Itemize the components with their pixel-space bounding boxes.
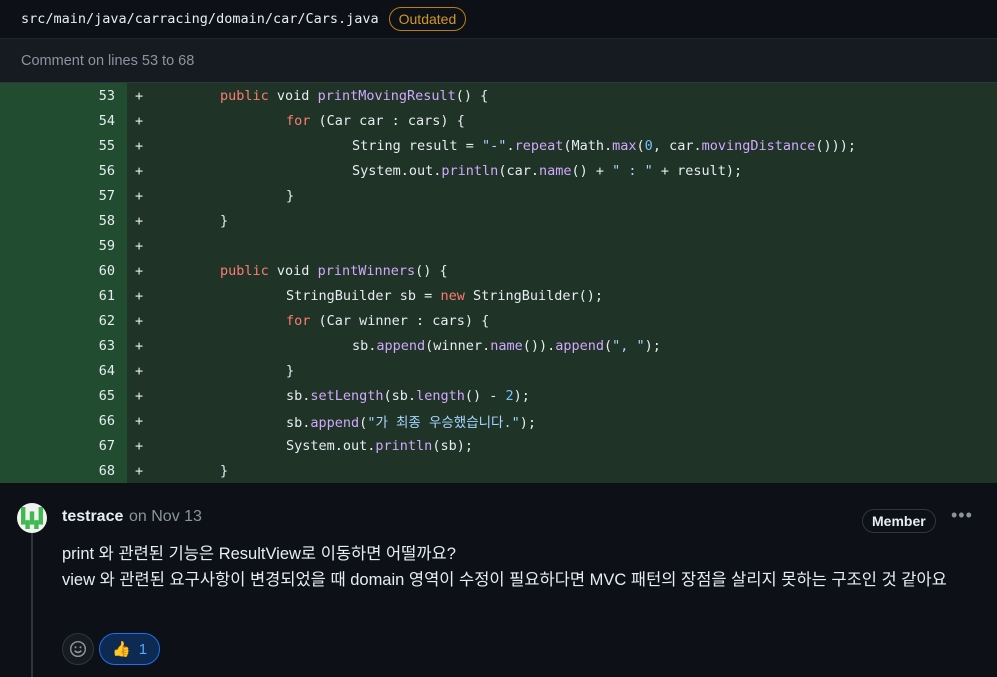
code-text: for (Car car : cars) { [286,112,465,129]
code-text: } [286,187,295,204]
member-badge: Member [862,509,936,533]
code-text: } [286,362,295,379]
addition-marker: + [135,462,144,479]
addition-marker: + [135,287,144,304]
outdated-badge: Outdated [388,7,467,31]
line-number: 55 [98,137,115,154]
line-number: 61 [98,287,115,304]
avatar[interactable] [17,503,47,533]
addition-marker: + [135,437,144,454]
line-number: 67 [98,437,115,454]
code-text: for (Car winner : cars) { [286,312,490,329]
add-reaction-button[interactable] [62,633,94,665]
line-number: 59 [98,237,115,254]
code-text: sb.append("가 최종 우승했습니다."); [286,414,536,431]
comment-body-line: print 와 관련된 기능은 ResultView로 이동하면 어떨까요? [62,545,456,563]
addition-marker: + [135,162,144,179]
diff-line: 58 + } [0,208,997,233]
diff-line: 67 + System.out.println(sb); [0,433,997,458]
diff-line: 65 + sb.setLength(sb.length() - 2); [0,383,997,408]
addition-marker: + [135,262,144,279]
addition-marker: + [135,387,144,404]
kebab-menu-icon[interactable]: ••• [951,505,973,526]
code-text: public void printWinners() { [220,262,448,279]
reaction-count: 1 [138,640,148,658]
diff-line: 63 + sb.append(winner.name()).append(", … [0,333,997,358]
diff-line: 61 + StringBuilder sb = new StringBuilde… [0,283,997,308]
line-number: 58 [98,212,115,229]
diff-line: 60 + public void printWinners() { [0,258,997,283]
comment-on-lines: Comment on lines 53 to 68 [0,38,997,83]
diff-line: 53 + public void printMovingResult() { [0,83,997,108]
line-number: 65 [98,387,115,404]
line-number: 66 [98,412,115,429]
code-text: sb.append(winner.name()).append(", "); [352,337,661,354]
comment-date[interactable]: on Nov 13 [129,508,202,526]
line-number: 62 [98,312,115,329]
line-number: 63 [98,337,115,354]
comment-body-line: view 와 관련된 요구사항이 변경되었을 때 domain 영역이 수정이 … [62,571,947,589]
line-number: 60 [98,262,115,279]
comment-author[interactable]: testrace [62,508,123,526]
addition-marker: + [135,187,144,204]
file-header: src/main/java/carracing/domain/car/Cars.… [0,0,997,38]
code-text: public void printMovingResult() { [220,87,489,104]
code-text: String result = "-".repeat(Math.max(0, c… [352,137,857,154]
line-number: 53 [98,87,115,104]
diff-line: 62 + for (Car winner : cars) { [0,308,997,333]
line-number: 54 [98,112,115,129]
thumbs-up-reaction[interactable]: 👍 1 [99,633,161,665]
diff-hunk: 53 + public void printMovingResult() { 5… [0,83,997,483]
diff-line: 66 + sb.append("가 최종 우승했습니다."); [0,408,997,433]
addition-marker: + [135,87,144,104]
diff-line: 68 + } [0,458,997,483]
thumbs-up-icon: 👍 [112,641,131,658]
addition-marker: + [135,137,144,154]
addition-marker: + [135,412,144,429]
line-number: 56 [98,162,115,179]
addition-marker: + [135,312,144,329]
addition-marker: + [135,112,144,129]
line-number: 64 [98,362,115,379]
line-number: 68 [98,462,115,479]
code-text: } [220,212,229,229]
smiley-icon [69,640,87,658]
diff-line: 59 + [0,233,997,258]
diff-line: 54 + for (Car car : cars) { [0,108,997,133]
diff-line: 56 + System.out.println(car.name() + " :… [0,158,997,183]
identicon-icon [21,507,43,529]
addition-marker: + [135,337,144,354]
addition-marker: + [135,237,144,254]
diff-line: 55 + String result = "-".repeat(Math.max… [0,133,997,158]
code-text: sb.setLength(sb.length() - 2); [286,387,530,404]
diff-line: 64 + } [0,358,997,383]
code-text: StringBuilder sb = new StringBuilder(); [286,287,603,304]
diff-line: 57 + } [0,183,997,208]
review-comment: testrace on Nov 13 Member ••• print 와 관련… [0,483,997,677]
file-path[interactable]: src/main/java/carracing/domain/car/Cars.… [21,11,379,27]
line-number: 57 [98,187,115,204]
code-text: System.out.println(car.name() + " : " + … [352,162,743,179]
code-text: System.out.println(sb); [286,437,473,454]
addition-marker: + [135,362,144,379]
comment-body: print 와 관련된 기능은 ResultView로 이동하면 어떨까요? v… [62,541,982,593]
code-text: } [220,462,229,479]
thread-line [31,533,33,677]
addition-marker: + [135,212,144,229]
